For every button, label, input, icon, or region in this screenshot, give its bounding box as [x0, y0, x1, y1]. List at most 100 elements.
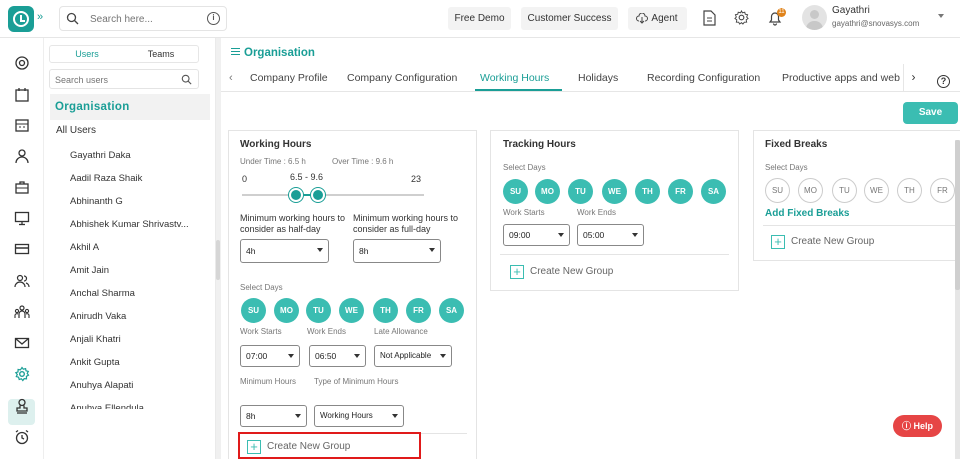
list-item[interactable]: Gayathri Daka	[70, 144, 194, 167]
day-fr[interactable]: FR	[930, 178, 955, 203]
monitor-icon[interactable]	[14, 210, 30, 226]
customer-success-button[interactable]: Customer Success	[521, 7, 618, 30]
day-mo[interactable]: MO	[274, 298, 299, 323]
agent-button[interactable]: Agent	[628, 7, 687, 30]
work-ends-select[interactable]: 06:50	[309, 345, 366, 367]
tab-company-configuration[interactable]: Company Configuration	[347, 72, 457, 84]
day-fr[interactable]: FR	[406, 298, 431, 323]
hours-slider-track[interactable]	[242, 194, 424, 196]
day-tu[interactable]: TU	[568, 179, 593, 204]
app-logo[interactable]	[8, 6, 34, 32]
day-sa[interactable]: SA	[439, 298, 464, 323]
list-item[interactable]: Amit Jain	[70, 259, 194, 282]
gear-icon[interactable]	[734, 10, 749, 25]
tab-working-hours[interactable]: Working Hours	[480, 72, 549, 84]
list-item[interactable]: Anirudh Vaka	[70, 305, 194, 328]
work-ends-label: Work Ends	[307, 327, 346, 336]
day-mo[interactable]: MO	[535, 179, 560, 204]
global-search-input[interactable]	[90, 11, 200, 27]
day-su[interactable]: SU	[503, 179, 528, 204]
stamp-icon[interactable]	[14, 398, 30, 414]
late-allowance-select[interactable]: Not Applicable	[374, 345, 452, 367]
minimum-hours-select[interactable]: 8h	[240, 405, 307, 427]
save-button[interactable]: Save	[903, 102, 958, 124]
tab-recording-configuration[interactable]: Recording Configuration	[647, 72, 760, 84]
users-icon[interactable]	[14, 273, 30, 289]
list-item[interactable]: Ankit Gupta	[70, 351, 194, 374]
document-icon[interactable]	[703, 10, 716, 26]
expand-menu-icon[interactable]: »	[37, 11, 43, 23]
active-tab-underline	[475, 89, 562, 91]
card-icon[interactable]	[14, 241, 30, 257]
settings-icon[interactable]	[14, 366, 30, 382]
plus-icon: +	[510, 265, 524, 279]
day-th[interactable]: TH	[373, 298, 398, 323]
global-search[interactable]: i	[59, 6, 227, 31]
day-tu[interactable]: TU	[306, 298, 331, 323]
info-icon[interactable]: i	[207, 12, 220, 25]
min-full-day-select[interactable]: 8h	[353, 239, 441, 263]
list-item[interactable]: Abhishek Kumar Shrivastv...	[70, 213, 194, 236]
list-item[interactable]: Anuhya Alapati	[70, 374, 194, 397]
cloud-download-icon	[636, 13, 648, 24]
calendar-icon[interactable]	[14, 87, 30, 103]
tab-company-profile[interactable]: Company Profile	[250, 72, 328, 84]
user-list: Gayathri Daka Aadil Raza Shaik Abhinanth…	[70, 144, 210, 409]
tab-productive-apps[interactable]: Productive apps and web	[782, 72, 900, 84]
day-we[interactable]: WE	[864, 178, 889, 203]
alarm-clock-icon[interactable]	[14, 429, 30, 445]
briefcase-icon[interactable]	[14, 179, 30, 195]
chevron-left-icon[interactable]: ‹	[229, 72, 233, 84]
list-item[interactable]: Anchal Sharma	[70, 282, 194, 305]
add-fixed-breaks-link[interactable]: Add Fixed Breaks	[765, 208, 849, 219]
day-fr[interactable]: FR	[668, 179, 693, 204]
create-new-group-button[interactable]: + Create New Group	[771, 235, 874, 249]
tab-users[interactable]: Users	[50, 46, 124, 62]
slider-handle-start[interactable]	[289, 188, 303, 202]
tracking-end-select[interactable]: 05:00	[577, 224, 644, 246]
type-minimum-hours-select[interactable]: Working Hours	[314, 405, 404, 427]
menu-icon[interactable]	[231, 48, 240, 55]
user-menu-caret-icon[interactable]	[938, 14, 944, 18]
user-search-input[interactable]	[55, 73, 165, 86]
list-item[interactable]: Anjali Khatri	[70, 328, 194, 351]
dashboard-icon[interactable]	[14, 55, 30, 71]
list-item[interactable]: Aadil Raza Shaik	[70, 167, 194, 190]
day-we[interactable]: WE	[339, 298, 364, 323]
timesheet-icon[interactable]	[14, 117, 30, 133]
help-button[interactable]: ⓘ Help	[893, 415, 942, 437]
list-item[interactable]: Abhinanth G	[70, 190, 194, 213]
list-item[interactable]: Akhil A	[70, 236, 194, 259]
top-bar: » i Free Demo Customer Success Agent 11 …	[0, 0, 960, 38]
day-sa[interactable]: SA	[701, 179, 726, 204]
free-demo-button[interactable]: Free Demo	[448, 7, 511, 30]
user-search[interactable]	[49, 69, 199, 89]
slider-handle-end[interactable]	[311, 188, 325, 202]
all-users-item[interactable]: All Users	[56, 125, 96, 136]
chevron-right-icon[interactable]: ›	[903, 64, 923, 91]
day-su[interactable]: SU	[765, 178, 790, 203]
user-icon[interactable]	[14, 148, 30, 164]
day-th[interactable]: TH	[635, 179, 660, 204]
help-circle-icon[interactable]: ?	[937, 75, 950, 88]
mail-icon[interactable]	[14, 335, 30, 351]
sidebar-org[interactable]: Organisation	[50, 94, 210, 120]
content-scroll-thumb[interactable]	[955, 140, 960, 290]
min-half-day-select[interactable]: 4h	[240, 239, 329, 263]
sidebar-scroll-thumb[interactable]	[216, 240, 220, 280]
team-icon[interactable]	[14, 304, 30, 320]
day-mo[interactable]: MO	[798, 178, 823, 203]
list-item[interactable]: Anuhya Ellendula	[70, 397, 194, 409]
day-tu[interactable]: TU	[832, 178, 857, 203]
create-new-group-label: Create New Group	[791, 236, 875, 247]
create-new-group-button[interactable]: + Create New Group	[510, 265, 613, 279]
tracking-start-select[interactable]: 09:00	[503, 224, 570, 246]
day-su[interactable]: SU	[241, 298, 266, 323]
avatar[interactable]	[802, 5, 827, 30]
tab-teams[interactable]: Teams	[124, 46, 198, 62]
day-we[interactable]: WE	[602, 179, 627, 204]
left-nav	[0, 38, 44, 459]
work-starts-select[interactable]: 07:00	[240, 345, 300, 367]
tab-holidays[interactable]: Holidays	[578, 72, 618, 84]
day-th[interactable]: TH	[897, 178, 922, 203]
